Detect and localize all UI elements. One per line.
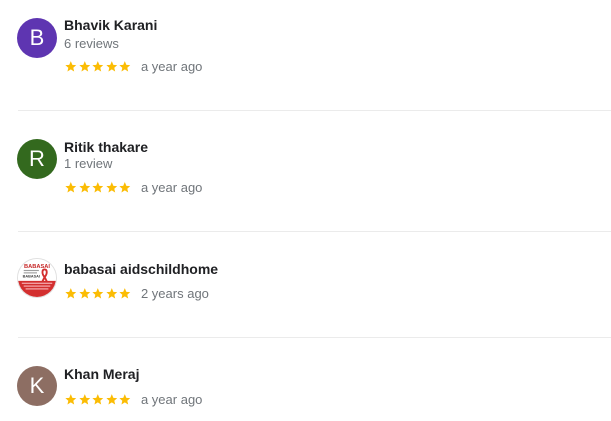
star-icon [119, 60, 131, 71]
star-icon [78, 393, 90, 404]
review-date: a year ago [140, 58, 203, 74]
star-icon [106, 287, 117, 298]
review-item: K Khan Meraj a year ago [0, 338, 611, 421]
star-rating [64, 287, 132, 300]
review-item: BABASAI BABASAI babasai aidschildhome 2 … [0, 232, 611, 337]
star-icon [106, 60, 117, 71]
star-icon [78, 60, 90, 71]
rating-row: a year ago [64, 58, 202, 74]
avatar[interactable]: K [17, 366, 57, 406]
reviewer-name[interactable]: babasai aidschildhome [64, 261, 218, 277]
star-icon [65, 393, 77, 404]
reviewer-name[interactable]: Bhavik Karani [64, 17, 157, 33]
review-date: 2 years ago [140, 285, 209, 301]
avatar[interactable]: BABASAI BABASAI [17, 258, 57, 298]
star-icon [78, 287, 90, 298]
star-icon [106, 181, 117, 192]
star-icon [78, 181, 90, 192]
star-icon [65, 287, 77, 298]
star-icon [119, 181, 131, 192]
star-icon [119, 287, 131, 298]
rating-row: 2 years ago [64, 285, 209, 301]
review-date: a year ago [140, 391, 203, 407]
review-item: R Ritik thakare 1 review a year ago [0, 111, 611, 231]
star-rating [64, 181, 132, 194]
star-rating [64, 393, 132, 406]
review-count: 1 review [64, 156, 113, 171]
star-icon [65, 60, 77, 71]
star-icon [92, 60, 104, 71]
avatar[interactable]: B [17, 18, 57, 58]
svg-text:BABASAI: BABASAI [23, 275, 40, 279]
star-icon [106, 393, 117, 404]
avatar[interactable]: R [17, 139, 57, 179]
rating-row: a year ago [64, 391, 202, 407]
star-icon [92, 393, 104, 404]
babasai-logo: BABASAI BABASAI [18, 259, 56, 297]
star-icon [92, 181, 104, 192]
review-item: B Bhavik Karani 6 reviews a year ago [0, 0, 611, 110]
review-date: a year ago [140, 179, 203, 195]
star-rating [64, 60, 132, 73]
star-icon [65, 181, 77, 192]
star-icon [92, 287, 104, 298]
rating-row: a year ago [64, 179, 202, 195]
reviewer-name[interactable]: Khan Meraj [64, 366, 139, 382]
reviewer-name[interactable]: Ritik thakare [64, 139, 148, 155]
star-icon [119, 393, 131, 404]
review-count: 6 reviews [64, 36, 119, 51]
